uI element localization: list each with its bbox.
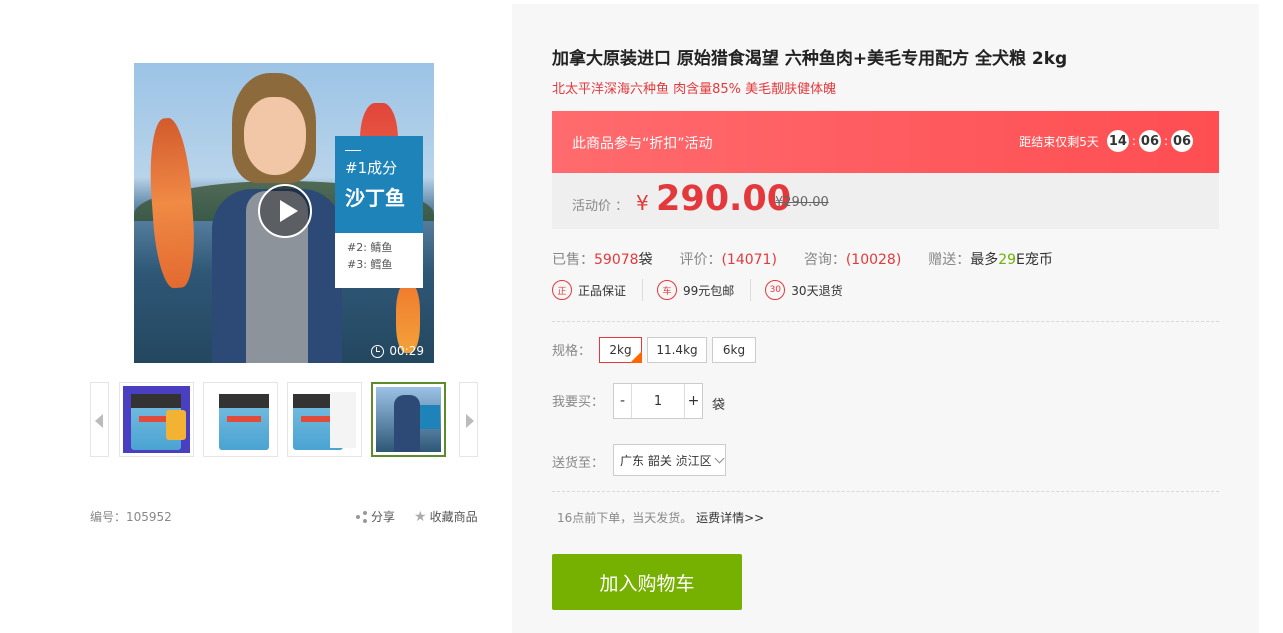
spec-option-6kg[interactable]: 6kg — [712, 337, 756, 363]
shipping-label: 送货至： — [552, 456, 605, 471]
add-to-cart-button[interactable]: 加入购物车 — [552, 554, 742, 610]
countdown-label: 距结束仅剩5天 — [1019, 134, 1099, 149]
sold-label: 已售： — [552, 252, 594, 268]
play-video-icon[interactable] — [258, 184, 312, 238]
gift-prefix: 最多 — [970, 252, 999, 268]
shipping-fee-link[interactable]: 运费详情>> — [696, 511, 764, 525]
price-box: 活动价 ： ¥ 290.00 ¥290.00 — [552, 173, 1219, 229]
original-price: ¥290.00 — [775, 195, 829, 210]
product-subtitle: 北太平洋深海六种鱼 肉含量85% 美毛靓肤健体魄 — [552, 82, 837, 97]
promo-text: 此商品参与“折扣”活动 — [572, 136, 713, 152]
gift-suffix: E宠币 — [1016, 252, 1053, 268]
region-select[interactable]: 广东 韶关 浈江区 — [613, 444, 726, 476]
share-label: 分享 — [371, 510, 396, 524]
fish-left — [146, 116, 198, 290]
clock-icon — [371, 344, 385, 358]
favorite-button[interactable]: ★ 收藏商品 — [414, 508, 478, 525]
region-value: 广东 韶关 浈江区 — [620, 453, 712, 468]
spec-option-11-4kg[interactable]: 11.4kg — [647, 337, 707, 363]
video-duration: 00:29 — [371, 344, 424, 358]
countdown-seconds: 06 — [1171, 130, 1193, 152]
rank-3-label: #3: 鳕鱼 — [347, 258, 393, 271]
quantity-plus-button[interactable]: + — [684, 384, 702, 418]
thumbnail-2[interactable] — [203, 382, 278, 457]
product-gallery: #1成分 沙丁鱼 #2: 鲭鱼 #3: 鳕鱼 00:29 编号：105952 分… — [0, 0, 512, 633]
product-title: 加拿大原装进口 原始猎食渴望 六种鱼肉+美毛专用配方 全犬粮 2kg — [552, 49, 1068, 69]
guarantee-label: 99元包邮 — [683, 283, 735, 298]
face-shape — [244, 97, 306, 175]
countdown-hours: 14 — [1106, 130, 1129, 152]
spec-option-label: 6kg — [722, 343, 746, 357]
thumbnail-3[interactable] — [287, 382, 362, 457]
guarantee-label: 正品保证 — [578, 283, 627, 298]
rank-1-label: #1成分 — [345, 159, 398, 177]
ingredient-1: 沙丁鱼 — [345, 186, 405, 210]
spec-label: 规格： — [552, 344, 592, 359]
sales-stats: 已售：59078袋 评价：(14071) 咨询：(10028) 赠送：最多29E… — [552, 249, 1053, 269]
ingredient-list: #2: 鲭鱼 #3: 鳕鱼 — [335, 233, 423, 288]
promo-banner: 此商品参与“折扣”活动 距结束仅剩5天 14 : 06 : 06 — [552, 111, 1219, 173]
chevron-down-icon — [714, 453, 725, 463]
person-image — [394, 395, 420, 452]
spec-option-2kg[interactable]: 2kg — [599, 337, 642, 363]
ingredient-panel: #1成分 沙丁鱼 — [335, 136, 423, 233]
shipping-note-text: 16点前下单，当天发货。 — [557, 511, 693, 525]
authentic-icon: 正 — [552, 280, 572, 300]
info-panel-image — [330, 392, 356, 448]
thumbnail-4-active[interactable] — [371, 382, 446, 457]
main-product-image[interactable]: #1成分 沙丁鱼 #2: 鲭鱼 #3: 鳕鱼 00:29 — [134, 63, 434, 363]
consult-link[interactable]: (10028) — [846, 252, 901, 268]
fish-right-tail — [396, 283, 420, 353]
price-label: 活动价 ： — [572, 199, 629, 214]
product-info-panel: 加拿大原装进口 原始猎食渴望 六种鱼肉+美毛专用配方 全犬粮 2kg 北太平洋深… — [512, 4, 1259, 633]
quantity-minus-button[interactable]: - — [614, 384, 632, 418]
panel-divider — [345, 150, 361, 151]
divider — [552, 321, 1219, 322]
service-guarantees: 正 正品保证 车 99元包邮 30 30天退货 — [552, 279, 873, 301]
video-duration-text: 00:29 — [389, 344, 424, 358]
sold-value: 59078 — [594, 252, 639, 268]
chevron-left-icon — [95, 414, 103, 428]
thumbnail-1[interactable] — [119, 382, 194, 457]
favorite-label: 收藏商品 — [429, 510, 478, 524]
spec-option-label: 2kg — [609, 343, 632, 357]
chevron-right-icon — [466, 414, 474, 428]
countdown-timer: 距结束仅剩5天 14 : 06 : 06 — [1019, 130, 1195, 152]
return-30-icon: 30 — [765, 280, 786, 300]
reviews-label: 评价： — [679, 252, 722, 268]
sold-unit: 袋 — [638, 252, 653, 268]
item-number: 编号：105952 — [90, 510, 172, 524]
guarantee-return: 30 30天退货 — [765, 279, 858, 301]
thumbnail-strip — [90, 382, 480, 458]
star-icon: ★ — [414, 508, 427, 525]
price-tag-image — [166, 410, 186, 440]
guarantee-authentic: 正 正品保证 — [552, 279, 644, 301]
divider — [552, 491, 1219, 492]
quantity-unit: 袋 — [712, 398, 726, 413]
share-button[interactable]: 分享 — [356, 508, 395, 525]
thumbnail-next-button[interactable] — [459, 382, 478, 457]
quantity-stepper: - 1 + — [613, 383, 703, 419]
current-price: 290.00 — [656, 179, 792, 219]
countdown-minutes: 06 — [1138, 130, 1161, 152]
spec-option-label: 11.4kg — [656, 343, 698, 357]
gift-label: 赠送： — [928, 252, 971, 268]
reviews-link[interactable]: (14071) — [721, 252, 776, 268]
shipping-note: 16点前下单，当天发货。 运费详情>> — [557, 509, 764, 526]
selected-check-icon — [630, 351, 642, 363]
consult-label: 咨询： — [803, 252, 846, 268]
quantity-input[interactable]: 1 — [632, 384, 684, 418]
ingredient-panel-image — [420, 405, 440, 429]
thumbnail-prev-button[interactable] — [90, 382, 109, 457]
currency-symbol: ¥ — [636, 191, 649, 215]
quantity-label: 我要买： — [552, 395, 605, 410]
gift-value: 29 — [998, 252, 1017, 268]
guarantee-free-shipping: 车 99元包邮 — [657, 279, 752, 301]
truck-icon: 车 — [657, 280, 678, 300]
food-bag-image — [219, 394, 269, 450]
rank-2-label: #2: 鲭鱼 — [347, 241, 393, 254]
guarantee-label: 30天退货 — [791, 283, 843, 298]
share-icon — [356, 510, 368, 523]
